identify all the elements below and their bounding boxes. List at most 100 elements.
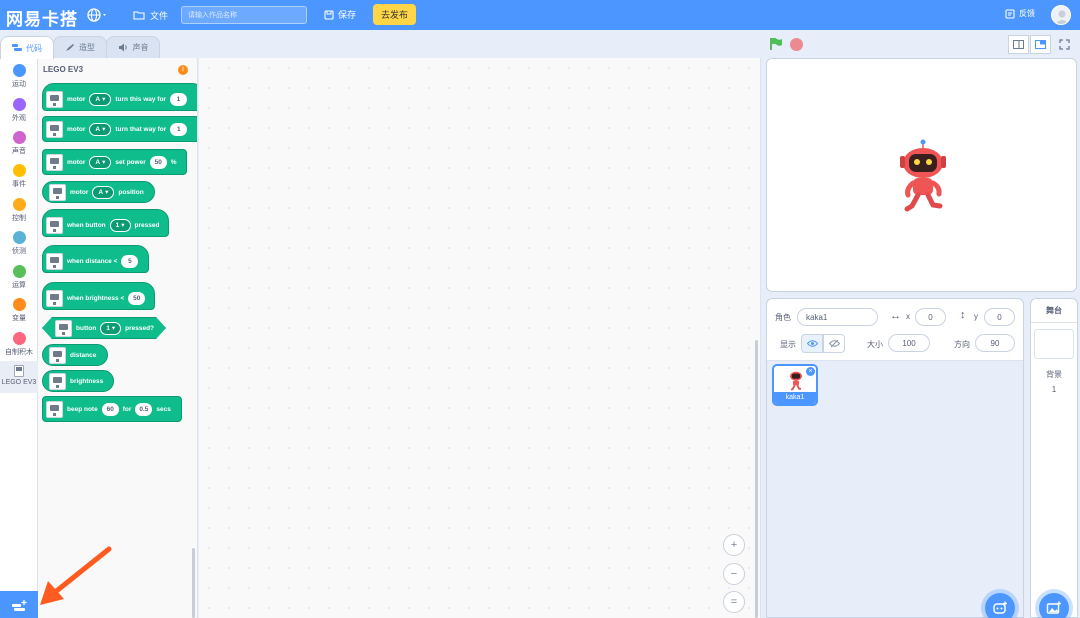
- block-text: when brightness <: [67, 294, 125, 302]
- motor-port-dropdown[interactable]: A ▾: [89, 155, 112, 169]
- block-text: motor: [67, 158, 86, 166]
- category-sound[interactable]: 声音: [0, 127, 38, 156]
- block-brightness[interactable]: brightness: [42, 370, 114, 392]
- block-when-button-pressed[interactable]: when button 1 ▾ pressed: [42, 209, 169, 237]
- show-sprite-button[interactable]: [801, 334, 823, 353]
- number-input[interactable]: 50: [149, 155, 167, 169]
- button-dropdown[interactable]: 1 ▾: [109, 218, 131, 232]
- y-position-input[interactable]: 0: [984, 308, 1015, 326]
- file-menu-label: 文件: [150, 10, 169, 21]
- block-text: when distance <: [67, 257, 118, 265]
- publish-button[interactable]: 去发布: [373, 4, 416, 25]
- delete-sprite-icon[interactable]: ×: [806, 367, 815, 376]
- category-looks[interactable]: 外观: [0, 94, 38, 123]
- size-input[interactable]: 100: [888, 334, 930, 352]
- button-dropdown[interactable]: 1 ▾: [100, 321, 122, 335]
- zoom-reset-button[interactable]: =: [723, 591, 745, 613]
- stage-canvas[interactable]: [766, 58, 1077, 292]
- workspace-scrollbar[interactable]: [755, 340, 758, 618]
- app-logo[interactable]: 网易卡搭: [6, 5, 78, 30]
- block-when-distance[interactable]: when distance < 5: [42, 245, 149, 273]
- globe-icon: [87, 8, 106, 22]
- block-button-pressed[interactable]: button 1 ▾ pressed?: [42, 317, 166, 339]
- add-backdrop-button[interactable]: [1039, 593, 1069, 618]
- block-text: distance: [70, 351, 97, 359]
- block-motor-position[interactable]: motor A ▾ position: [42, 181, 155, 203]
- category-label: 变量: [12, 315, 26, 322]
- script-workspace[interactable]: + − =: [199, 58, 761, 618]
- block-when-brightness[interactable]: when brightness < 50: [42, 282, 155, 310]
- motor-port-dropdown[interactable]: A ▾: [89, 92, 112, 106]
- category-operators[interactable]: 运算: [0, 261, 38, 290]
- sprite-card[interactable]: × kaka1: [772, 364, 818, 406]
- backdrops-label: 背景: [1046, 370, 1062, 379]
- project-title-input[interactable]: [181, 6, 307, 24]
- block-text: beep note: [67, 405, 98, 413]
- sprite-info: 角色 kaka1 ↔ x 0 ↕ y 0 显示 大小 100 方向 90: [767, 299, 1023, 361]
- add-sprite-button[interactable]: [985, 593, 1015, 618]
- warning-icon[interactable]: !: [178, 65, 188, 75]
- motor-port-dropdown[interactable]: A ▾: [89, 122, 112, 136]
- tab-sounds[interactable]: 声音: [106, 36, 160, 58]
- number-input[interactable]: 5: [121, 254, 139, 268]
- block-motor-turn-that-way[interactable]: motor A ▾ turn that way for 1: [42, 116, 197, 142]
- stage-thumbnail[interactable]: [1034, 329, 1074, 359]
- save-button[interactable]: 保存: [324, 8, 356, 21]
- large-stage-button[interactable]: [1030, 35, 1051, 54]
- motor-port-dropdown[interactable]: A ▾: [92, 185, 115, 199]
- green-flag-icon[interactable]: [769, 37, 783, 51]
- sprite-label: 角色: [775, 313, 791, 322]
- category-events[interactable]: 事件: [0, 160, 38, 189]
- user-avatar[interactable]: [1051, 5, 1071, 25]
- tab-code[interactable]: 代码: [0, 36, 54, 59]
- category-control[interactable]: 控制: [0, 194, 38, 223]
- tab-costumes[interactable]: 造型: [53, 36, 107, 58]
- dropdown-value: A: [95, 95, 101, 103]
- block-motor-turn-this-way[interactable]: motor A ▾ turn this way for 1: [42, 83, 197, 111]
- add-extension-button[interactable]: [0, 591, 38, 618]
- file-menu-button[interactable]: 文件: [133, 8, 168, 22]
- stop-button[interactable]: [790, 38, 803, 51]
- hide-sprite-button[interactable]: [823, 334, 845, 353]
- block-text: position: [118, 188, 144, 196]
- category-my-blocks[interactable]: 自制积木: [0, 328, 38, 357]
- category-dot-icon: [12, 231, 26, 244]
- add-sprite-icon: [993, 601, 1007, 614]
- category-label: 外观: [12, 115, 26, 122]
- number-input[interactable]: 50: [128, 291, 146, 305]
- category-motion[interactable]: 运动: [0, 60, 38, 89]
- block-text: set power: [115, 158, 146, 166]
- sprite-name-input[interactable]: kaka1: [797, 308, 878, 326]
- tab-code-label: 代码: [26, 43, 42, 53]
- category-sensing[interactable]: 侦测: [0, 227, 38, 256]
- number-input[interactable]: 1: [170, 122, 188, 136]
- x-position-input[interactable]: 0: [915, 308, 946, 326]
- sprite-card-name: kaka1: [774, 392, 816, 404]
- code-icon: [12, 44, 22, 51]
- category-dot-icon: [12, 332, 26, 345]
- palette-scrollbar[interactable]: [192, 548, 195, 618]
- direction-input[interactable]: 90: [975, 334, 1015, 352]
- category-menu: 运动 外观 声音 事件 控制 侦测 运算 变量 自制积木 LEGO EV3: [0, 58, 38, 618]
- vertical-arrows-icon: ↕: [960, 309, 966, 321]
- zoom-out-button[interactable]: −: [723, 563, 745, 585]
- feedback-button[interactable]: 反馈: [1005, 8, 1035, 19]
- block-motor-set-power[interactable]: motor A ▾ set power 50 %: [42, 149, 187, 175]
- ev3-brick-icon: [55, 319, 72, 337]
- block-distance[interactable]: distance: [42, 344, 108, 366]
- fullscreen-button[interactable]: [1054, 35, 1075, 54]
- category-label: 控制: [12, 215, 26, 222]
- category-dot-icon: [12, 64, 26, 77]
- small-stage-button[interactable]: [1008, 35, 1029, 54]
- robot-sprite-icon[interactable]: [897, 139, 949, 213]
- note-input[interactable]: 60: [101, 402, 119, 416]
- category-variables[interactable]: 变量: [0, 294, 38, 323]
- number-input[interactable]: 1: [169, 92, 187, 106]
- sprite-panel: 角色 kaka1 ↔ x 0 ↕ y 0 显示 大小 100 方向 90 × k…: [766, 298, 1024, 618]
- block-beep-note[interactable]: beep note 60 for 0.5 secs: [42, 396, 182, 422]
- language-menu[interactable]: [87, 7, 109, 23]
- category-lego-ev3[interactable]: LEGO EV3: [0, 361, 38, 393]
- seconds-input[interactable]: 0.5: [135, 402, 153, 416]
- category-label: 声音: [12, 148, 26, 155]
- zoom-in-button[interactable]: +: [723, 534, 745, 556]
